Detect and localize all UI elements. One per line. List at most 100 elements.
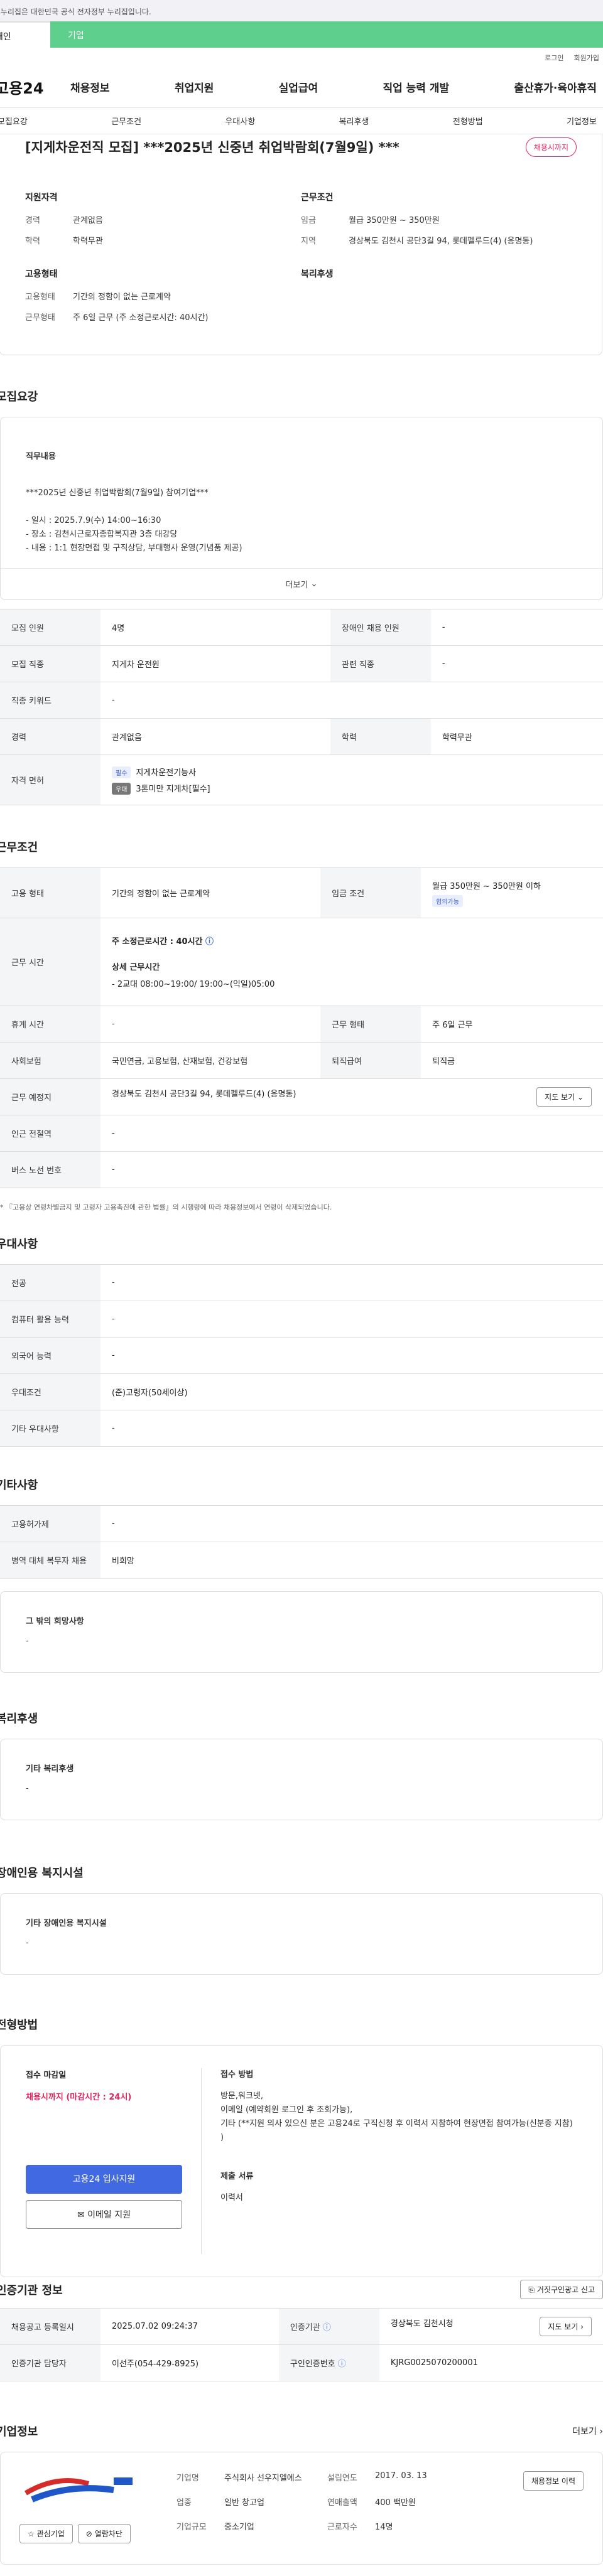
cell-label: 채용공고 등록일시: [0, 2308, 100, 2345]
company-name: 주식회사 선우지엘에스: [224, 2474, 302, 2483]
gov-notice-bar: 이 누리집은 대한민국 공식 전자정부 누리집입니다.: [0, 0, 603, 21]
subnav-conditions[interactable]: 근무조건: [111, 115, 141, 127]
welfare-box: 기타 복리후생 -: [0, 1739, 603, 1820]
gov-notice-text: 이 누리집은 대한민국 공식 전자정부 누리집입니다.: [0, 8, 151, 16]
info-icon: ⓘ: [337, 2359, 346, 2369]
license-cell: 필수 지게차운전기능사 우대 3톤미만 지게차[필수]: [100, 754, 603, 805]
preference-table: 전공 - 컴퓨터 활용 능력 - 외국어 능력 - 우대조건 (준)고령자(50세이상)…: [0, 1264, 603, 1447]
hours-main: 주 소정근로시간 : 40시간: [112, 937, 203, 947]
age-note: * 『고용상 연령차별금지 및 고령자 고용촉진에 관한 법률』의 시행령에 따…: [0, 1203, 332, 1211]
agency-section-title: 인증기관 정보: [0, 2284, 63, 2297]
cell-value: 국민연금, 고용보험, 산재보험, 건강보험: [100, 1042, 321, 1079]
preference-section: 우대사항 전공 - 컴퓨터 활용 능력 - 외국어 능력 - 우대조건 (준)고령자(5…: [0, 1235, 603, 1447]
cell-value: -: [100, 1115, 603, 1152]
method-value: 방문,워크넷, 이메일 (예약회원 로그인 후 조회가능), 기타 (**지원 …: [220, 2091, 573, 2142]
cell-value: -: [100, 1151, 603, 1188]
company-logo: [24, 2477, 133, 2503]
other-wish-title: 그 밖의 희망사항: [26, 1617, 84, 1626]
tab-company[interactable]: 기업: [50, 21, 603, 48]
cell-label: 모집 직종: [0, 645, 100, 682]
email-apply-label: 이메일 지원: [87, 2210, 131, 2220]
gnb-item-jobs[interactable]: 채용정보: [70, 79, 110, 95]
other-wish-box: 그 밖의 희망사항 -: [0, 1591, 603, 1673]
employees-label: 근로자수: [327, 2523, 357, 2532]
job-title: [지게차운전직 모집] ***2025년 신중년 취업박람회(7월9일) ***: [25, 140, 399, 155]
docs-title: 제출 서류: [220, 2172, 254, 2181]
cell-label: 근무 형태: [320, 1006, 421, 1043]
place-value: 경상북도 김천시 공단3길 94, 롯데펠루드(4) (응명동): [112, 1090, 296, 1099]
cell-value: 지게차 운전원: [100, 645, 330, 682]
site-logo[interactable]: 고용24: [0, 76, 70, 98]
map-button[interactable]: 지도 보기 ⌄: [536, 1087, 592, 1107]
cell-value: 4명: [100, 609, 330, 646]
subnav-preference[interactable]: 우대사항: [225, 115, 255, 127]
cell-label: 인증기관 담당자: [0, 2344, 100, 2381]
cell-label: 병역 대체 복무자 채용: [0, 1542, 100, 1579]
tab-company-label: 기업: [68, 31, 84, 41]
cell-value: KJRG0025070200001: [379, 2344, 603, 2381]
region-label: 지역: [301, 237, 316, 246]
subnav-company[interactable]: 기업정보: [567, 115, 597, 127]
cell-value: -: [430, 645, 603, 682]
founded-label: 설립연도: [327, 2474, 357, 2483]
wage-value: 월급 350만원 ~ 350만원: [349, 216, 440, 225]
block-button[interactable]: ⊘ 열람차단: [77, 2524, 131, 2543]
recruit-section: 모집요강 직무내용 ***2025년 신중년 취업박람회(7월9일) 참여기업*…: [0, 388, 603, 805]
block-label: 열람차단: [94, 2530, 122, 2538]
preference-section-title: 우대사항: [0, 1238, 38, 1251]
disability-value: -: [26, 1938, 29, 1948]
login-link[interactable]: 로그인: [545, 53, 563, 67]
company-more-link[interactable]: 더보기 ›: [572, 2425, 603, 2437]
cell-value: 2025.07.02 09:24:37: [100, 2308, 279, 2345]
signup-link[interactable]: 회원가입: [574, 53, 599, 67]
map-button-label: 지도 보기: [545, 1093, 575, 1102]
industry-value: 일반 창고업: [224, 2498, 264, 2508]
cell-value: 이선주(054-429-8925): [100, 2344, 279, 2381]
conditions-section: 근무조건 고용 형태 기간의 정함이 없는 근로계약 임금 조건 월급 350만원…: [0, 839, 603, 1212]
sub-nav: 모집요강 근무조건 우대사항 복리후생 전형방법 기업정보: [0, 108, 603, 134]
required-pill: 필수: [112, 766, 131, 778]
deadline-title: 접수 마감일: [26, 2071, 67, 2080]
cell-value: 경상북도 김천시청: [390, 2319, 454, 2329]
revenue-value: 400 백만원: [375, 2498, 416, 2508]
subnav-recruit[interactable]: 모집요강: [0, 115, 28, 127]
subnav-welfare[interactable]: 복리후생: [339, 115, 369, 127]
cell-value: 기간의 정함이 없는 근로계약: [100, 867, 321, 918]
cell-label: 모집 인원: [0, 609, 100, 646]
interest-button[interactable]: ☆ 관심기업: [19, 2524, 73, 2543]
cell-value: 관계없음: [100, 718, 330, 755]
agency-map-button[interactable]: 지도 보기 ›: [540, 2317, 592, 2336]
job-desc-box: 직무내용 ***2025년 신중년 취업박람회(7월9일) 참여기업*** - …: [0, 417, 603, 600]
cell-label: 외국어 능력: [0, 1337, 100, 1374]
cell-value: 주 6일 근무: [421, 1006, 603, 1043]
cell-value: -: [100, 682, 603, 719]
cell-label: 경력: [0, 718, 100, 755]
job-desc-text: ***2025년 신중년 취업박람회(7월9일) 참여기업*** - 일시 : …: [26, 488, 242, 553]
hours-label: 근무 시간: [0, 918, 100, 1006]
method-title: 접수 방법: [220, 2070, 254, 2080]
gnb-item-parental-leave[interactable]: 출산휴가·육아휴직: [514, 79, 597, 95]
welfare-section: 복리후생 기타 복리후생 -: [0, 1710, 603, 1820]
gnb-item-support[interactable]: 취업지원: [175, 79, 214, 95]
process-section: 전형방법 접수 마감일 채용시까지 (마감시간 : 24시) 고용24 입사지원…: [0, 2016, 603, 2277]
job-desc-title: 직무내용: [26, 452, 56, 461]
report-icon: ⎘: [528, 2285, 535, 2294]
emp-type-value: 기간의 정함이 없는 근로계약: [73, 292, 171, 302]
tab-personal[interactable]: 개인: [0, 21, 50, 48]
chevron-down-icon: ⌄: [577, 1093, 584, 1102]
apply-button[interactable]: 고용24 입사지원: [26, 2165, 182, 2194]
gnb-item-training[interactable]: 직업 능력 개발: [383, 79, 449, 95]
qual-title: 지원자격: [25, 193, 58, 203]
report-button[interactable]: ⎘ 거짓구인광고 신고: [520, 2280, 603, 2299]
agency-map-label: 지도 보기: [548, 2322, 579, 2331]
cell-value: 비희망: [100, 1542, 603, 1579]
docs-value: 이력서: [220, 2193, 243, 2203]
cell-label: 컴퓨터 활용 능력: [0, 1301, 100, 1338]
jobs-history-button[interactable]: 채용정보 이력: [523, 2471, 584, 2491]
subnav-process[interactable]: 전형방법: [453, 115, 483, 127]
tab-personal-label: 개인: [0, 32, 11, 42]
more-button[interactable]: 더보기 ⌄: [1, 568, 602, 599]
conditions-section-title: 근무조건: [0, 841, 38, 854]
email-apply-button[interactable]: ✉ 이메일 지원: [26, 2200, 182, 2229]
gnb-item-unemployment[interactable]: 실업급여: [279, 79, 318, 95]
